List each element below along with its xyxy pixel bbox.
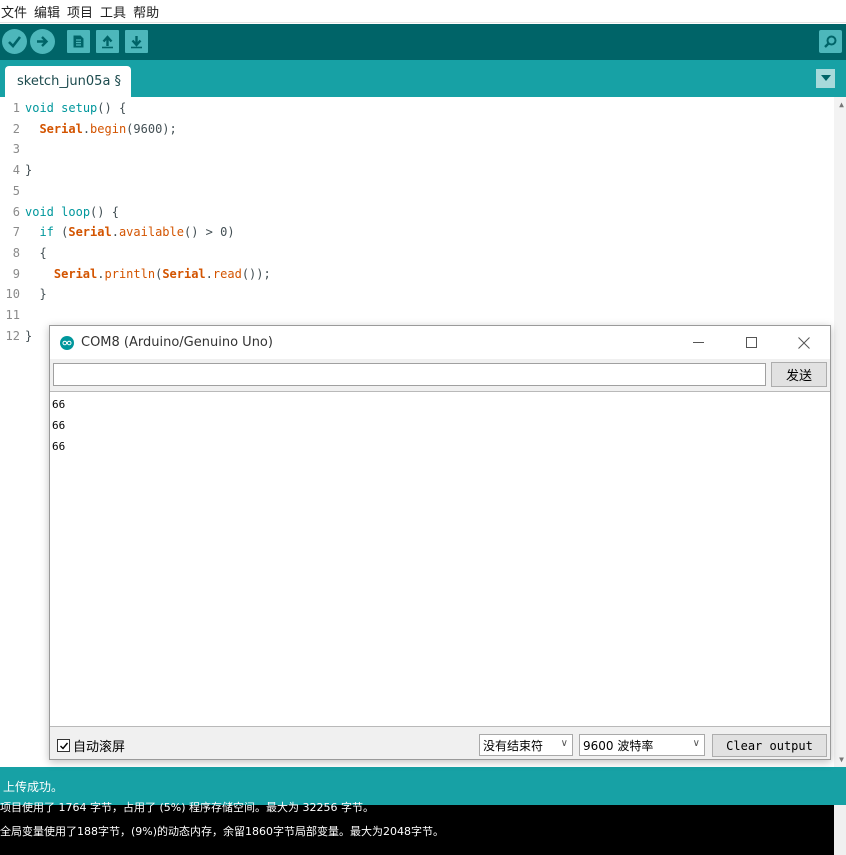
console-scrollbar[interactable] (834, 805, 846, 855)
serial-output[interactable]: 66 66 66 (50, 391, 830, 727)
line-number: 2 (12, 122, 20, 136)
minimize-icon (692, 342, 704, 343)
output-line: 66 (52, 419, 66, 432)
chevron-down-icon: ∨ (560, 738, 568, 749)
open-sketch-button[interactable] (96, 30, 119, 53)
line-number: 5 (12, 184, 20, 198)
console-line: 全局变量使用了188字节，(9%)的动态内存，余留1860字节局部变量。最大为2… (0, 825, 445, 838)
code-line: Serial.println(Serial.read()); (53, 267, 271, 281)
arrow-up-icon (102, 35, 113, 49)
line-number: 11 (5, 308, 20, 322)
code-line: } (25, 163, 33, 177)
checkmark-icon (59, 742, 68, 750)
code-line: } (25, 329, 33, 343)
verify-button[interactable] (2, 29, 27, 54)
code-line: } (25, 287, 47, 301)
code-line: void loop() { (25, 205, 119, 219)
line-number: 9 (12, 267, 20, 281)
serial-monitor-window: COM8 (Arduino/Genuino Uno) 发送 66 66 66 自… (49, 325, 831, 760)
line-number: 1 (12, 101, 20, 115)
clear-output-button[interactable]: Clear output (712, 734, 827, 757)
console-output: 项目使用了 1764 字节，占用了 (5%) 程序存储空间。最大为 32256 … (0, 801, 846, 855)
check-icon (8, 36, 22, 48)
toolbar (0, 24, 846, 60)
code-line: if (Serial.available() > 0) (39, 225, 235, 239)
menu-tools[interactable]: 工具 (100, 2, 129, 21)
arduino-ide-window: 文件 编辑 项目 工具 帮助 sketch_jun05a § 1 2 3 4 5… (0, 0, 846, 855)
menu-bar: 文件 编辑 项目 工具 帮助 (0, 0, 846, 23)
upload-button[interactable] (30, 29, 55, 54)
serial-send-input[interactable] (53, 363, 766, 386)
line-number: 12 (5, 329, 20, 343)
window-title-bar: COM8 (Arduino/Genuino Uno) (50, 326, 830, 359)
code-line: { (25, 246, 47, 260)
new-file-icon (73, 35, 84, 48)
output-line: 66 (52, 398, 66, 411)
console-line: 项目使用了 1764 字节，占用了 (5%) 程序存储空间。最大为 32256 … (0, 801, 374, 814)
triangle-down-icon (820, 75, 831, 81)
output-line: 66 (52, 440, 66, 453)
line-number: 4 (12, 163, 20, 177)
tab-menu-button[interactable] (816, 69, 835, 88)
line-number: 3 (12, 142, 20, 156)
close-icon (798, 336, 810, 349)
status-message: 上传成功。 (3, 779, 64, 794)
window-title: COM8 (Arduino/Genuino Uno) (81, 335, 273, 350)
line-ending-value: 没有结束符 (483, 738, 544, 753)
tab-sketch[interactable]: sketch_jun05a § (5, 66, 132, 97)
line-number: 6 (12, 205, 20, 219)
menu-help[interactable]: 帮助 (133, 2, 162, 21)
line-number: 10 (5, 287, 20, 301)
autoscroll-toggle[interactable]: 自动滚屏 (57, 736, 125, 755)
maximize-icon (745, 337, 757, 348)
autoscroll-checkbox[interactable] (57, 739, 70, 752)
baud-rate-select[interactable]: 9600 波特率 ∨ (579, 734, 705, 756)
arduino-logo-icon (60, 336, 74, 350)
line-number: 8 (12, 246, 20, 260)
tab-bar: sketch_jun05a § (0, 60, 846, 97)
menu-file[interactable]: 文件 (1, 2, 30, 21)
code-line: void setup() { (25, 101, 127, 115)
menu-sketch[interactable]: 项目 (67, 2, 96, 21)
line-ending-select[interactable]: 没有结束符 ∨ (479, 734, 573, 756)
new-sketch-button[interactable] (67, 30, 90, 53)
arrow-down-icon (131, 36, 142, 49)
close-button[interactable] (781, 326, 827, 359)
save-sketch-button[interactable] (125, 30, 148, 53)
serial-monitor-button[interactable] (819, 30, 842, 53)
menu-edit[interactable]: 编辑 (34, 2, 63, 21)
line-number: 7 (12, 225, 20, 239)
chevron-down-icon: ∨ (692, 738, 700, 749)
send-button[interactable]: 发送 (771, 362, 827, 387)
autoscroll-label: 自动滚屏 (73, 740, 126, 755)
serial-controls: 自动滚屏 没有结束符 ∨ 9600 波特率 ∨ Clear output (50, 728, 830, 759)
magnifier-icon (824, 35, 837, 48)
code-line: Serial.begin(9600); (39, 122, 177, 136)
arrow-right-icon (37, 36, 49, 47)
baud-rate-value: 9600 波特率 (583, 738, 654, 753)
minimize-button[interactable] (675, 326, 721, 359)
editor-scrollbar[interactable]: ▲ ▼ (834, 97, 846, 767)
scroll-up-icon[interactable]: ▲ (839, 100, 844, 109)
maximize-button[interactable] (728, 326, 774, 359)
scroll-down-icon[interactable]: ▼ (839, 755, 844, 764)
